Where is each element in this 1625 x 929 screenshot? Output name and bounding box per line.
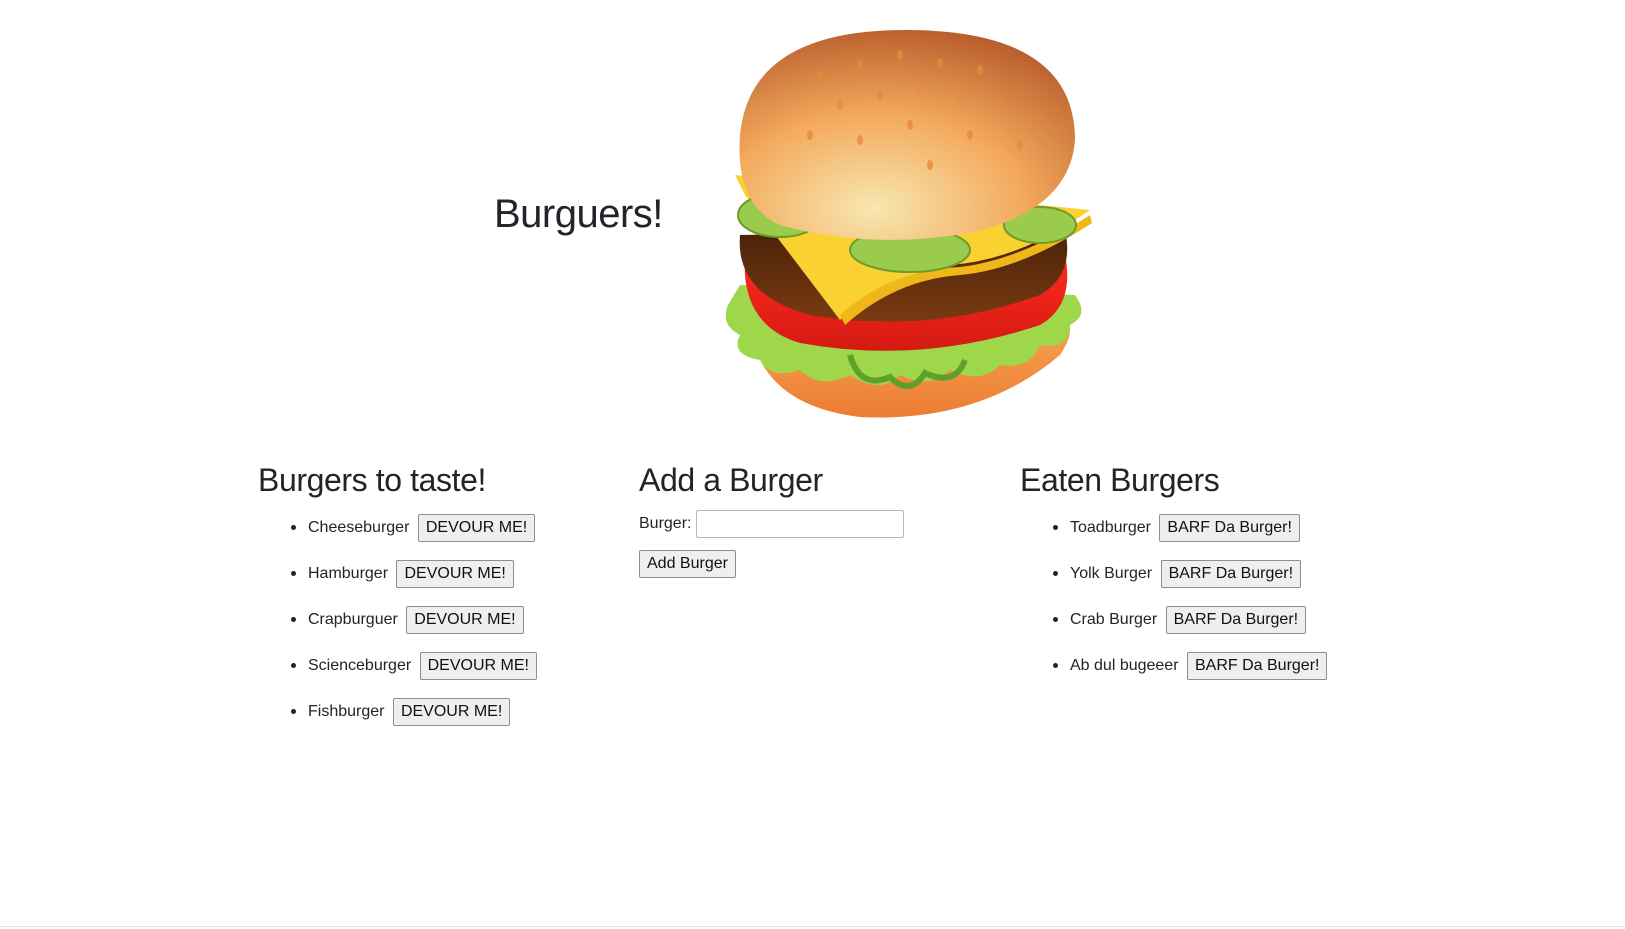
list-item: Cheeseburger DEVOUR ME! (308, 510, 537, 544)
barf-button[interactable]: BARF Da Burger! (1159, 514, 1300, 542)
eaten-section: Eaten Burgers Toadburger BARF Da Burger!… (1020, 460, 1328, 694)
burger-image (725, 30, 1092, 418)
add-burger-button[interactable]: Add Burger (639, 550, 736, 578)
bottom-divider (0, 926, 1625, 927)
burger-form-row: Burger: (639, 510, 905, 538)
list-item: Yolk Burger BARF Da Burger! (1070, 556, 1327, 590)
list-item: Fishburger DEVOUR ME! (308, 694, 537, 728)
list-item: Ab dul bugeeer BARF Da Burger! (1070, 648, 1328, 682)
eaten-heading: Eaten Burgers (1020, 462, 1220, 498)
burger-name: Hamburger (308, 565, 389, 582)
devour-button[interactable]: DEVOUR ME! (419, 652, 537, 680)
burger-name: Yolk Burger (1070, 565, 1153, 582)
to-taste-list: Cheeseburger DEVOUR ME! Hamburger DEVOUR… (258, 510, 537, 728)
add-burger-heading: Add a Burger (639, 462, 823, 498)
devour-button[interactable]: DEVOUR ME! (406, 606, 524, 634)
burger-name: Ab dul bugeeer (1070, 657, 1179, 674)
eaten-list: Toadburger BARF Da Burger! Yolk Burger B… (1020, 510, 1328, 682)
to-taste-section: Burgers to taste! Cheeseburger DEVOUR ME… (258, 460, 537, 740)
list-item: Hamburger DEVOUR ME! (308, 556, 537, 590)
to-taste-heading: Burgers to taste! (258, 462, 486, 498)
list-item: Crab Burger BARF Da Burger! (1070, 602, 1327, 636)
list-item: Crapburguer DEVOUR ME! (308, 602, 537, 636)
devour-button[interactable]: DEVOUR ME! (392, 698, 511, 726)
barf-button[interactable]: BARF Da Burger! (1186, 652, 1328, 680)
burger-name: Crab Burger (1070, 611, 1158, 628)
barf-button[interactable]: BARF Da Burger! (1160, 560, 1302, 588)
list-item: Toadburger BARF Da Burger! (1070, 510, 1327, 544)
list-item: Scienceburger DEVOUR ME! (308, 648, 537, 682)
page-title: Burguers! (494, 192, 663, 236)
devour-button[interactable]: DEVOUR ME! (396, 560, 514, 588)
add-burger-section: Add a Burger Burger: Add Burger (639, 460, 905, 578)
burger-name: Fishburger (308, 703, 385, 720)
barf-button[interactable]: BARF Da Burger! (1165, 606, 1307, 634)
burger-name: Crapburguer (308, 611, 398, 628)
burger-name: Scienceburger (308, 657, 412, 674)
burger-name: Cheeseburger (308, 519, 410, 536)
devour-button[interactable]: DEVOUR ME! (417, 514, 536, 542)
burger-name-input[interactable] (696, 510, 905, 538)
burger-label: Burger: (639, 515, 692, 532)
burger-name: Toadburger (1070, 519, 1151, 536)
